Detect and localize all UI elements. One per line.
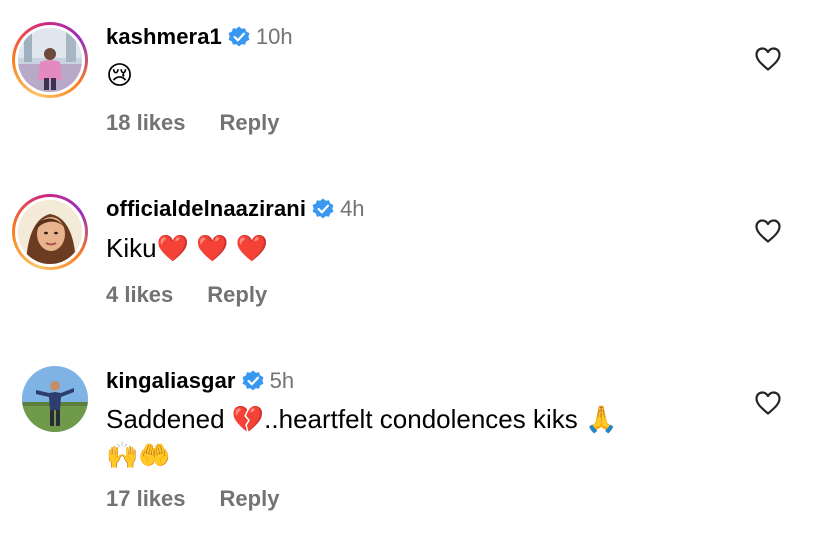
comment-meta: 18 likes Reply: [106, 110, 279, 136]
username[interactable]: kingaliasgar: [106, 368, 236, 394]
comment-text: Kiku❤️ ❤️ ❤️: [106, 229, 268, 267]
emoji: 😢: [106, 60, 134, 90]
avatar: [18, 28, 82, 92]
comment-meta: 17 likes Reply: [106, 486, 279, 512]
reply-button[interactable]: Reply: [207, 282, 267, 308]
reply-button[interactable]: Reply: [220, 486, 280, 512]
comment-text: 😢: [106, 56, 133, 94]
avatar[interactable]: [22, 366, 88, 432]
likes-count[interactable]: 17 likes: [106, 486, 186, 512]
username[interactable]: kashmera1: [106, 24, 222, 50]
reply-button[interactable]: Reply: [220, 110, 280, 136]
avatar-story-ring[interactable]: [12, 194, 88, 270]
verified-badge-icon: [228, 26, 250, 48]
comment-text-line2: 🙌🤲: [106, 436, 171, 474]
avatar: [18, 200, 82, 264]
comment-header: kingaliasgar 5h: [106, 364, 294, 398]
emoji: 🙌🤲: [106, 440, 171, 470]
comment-meta: 4 likes Reply: [106, 282, 267, 308]
avatar-story-ring[interactable]: [12, 22, 88, 98]
comment-body: Saddened 💔..heartfelt condolences kiks 🙏: [106, 404, 618, 434]
likes-count[interactable]: 4 likes: [106, 282, 173, 308]
timestamp: 5h: [269, 368, 295, 393]
verified-badge-icon: [312, 198, 334, 220]
emoji: ❤️ ❤️ ❤️: [156, 233, 269, 263]
username[interactable]: officialdelnaazirani: [106, 196, 306, 222]
comment-header: kashmera1 10h: [106, 20, 293, 54]
heart-outline-icon[interactable]: [754, 390, 782, 416]
heart-outline-icon[interactable]: [754, 46, 782, 72]
comment-body: Kiku: [106, 233, 157, 263]
verified-badge-icon: [242, 370, 264, 392]
comment-header: officialdelnaazirani 4h: [106, 192, 365, 226]
timestamp: 10h: [255, 24, 293, 49]
likes-count[interactable]: 18 likes: [106, 110, 186, 136]
timestamp: 4h: [340, 196, 365, 221]
heart-outline-icon[interactable]: [754, 218, 782, 244]
comment-text: Saddened 💔..heartfelt condolences kiks 🙏: [106, 400, 617, 438]
